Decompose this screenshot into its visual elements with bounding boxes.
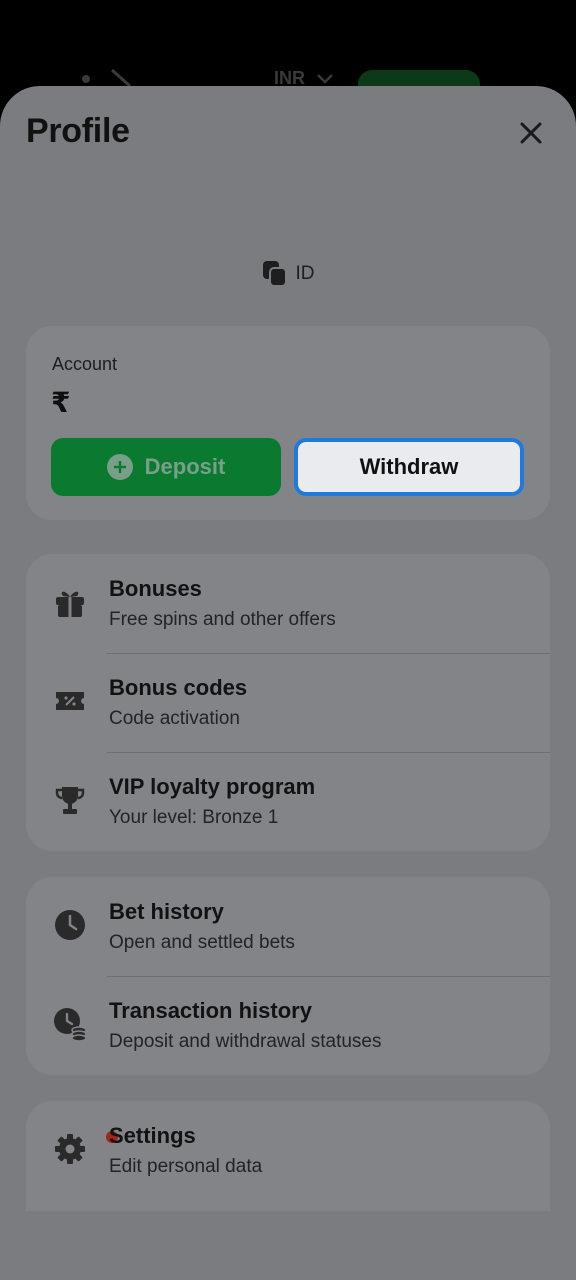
gear-icon <box>50 1129 90 1169</box>
user-id-label: ID <box>295 263 315 284</box>
menu-item-bonus-codes[interactable]: Bonus codes Code activation <box>26 653 550 752</box>
menu-item-subtitle: Free spins and other offers <box>109 609 336 630</box>
menu-item-vip-loyalty[interactable]: VIP loyalty program Your level: Bronze 1 <box>26 752 550 851</box>
clock-icon <box>50 905 90 945</box>
user-id-row[interactable]: ID <box>0 260 576 288</box>
menu-item-title: VIP loyalty program <box>109 774 316 799</box>
copy-icon <box>262 261 287 287</box>
menu-item-bonuses[interactable]: Bonuses Free spins and other offers <box>26 554 550 653</box>
history-menu-card: Bet history Open and settled bets Transa… <box>26 877 550 1075</box>
plus-icon <box>106 454 133 480</box>
account-card: Account ₹ Deposit Withdraw <box>26 326 550 520</box>
page-title: Profile <box>26 112 130 150</box>
menu-item-transaction-history[interactable]: Transaction history Deposit and withdraw… <box>26 976 550 1075</box>
gift-icon <box>50 582 90 622</box>
withdraw-button[interactable]: Withdraw <box>294 438 524 496</box>
menu-item-title: Settings <box>109 1123 196 1148</box>
menu-item-subtitle: Edit personal data <box>109 1156 263 1177</box>
menu-item-title: Bet history <box>109 899 224 924</box>
menu-item-settings[interactable]: Settings Edit personal data <box>26 1101 550 1200</box>
trophy-icon <box>50 780 90 820</box>
account-label: Account <box>52 354 118 374</box>
menu-item-bet-history[interactable]: Bet history Open and settled bets <box>26 877 550 976</box>
menu-item-title: Bonus codes <box>109 675 248 700</box>
settings-menu-card: Settings Edit personal data <box>26 1101 550 1211</box>
background-dot <box>82 75 90 83</box>
menu-item-subtitle: Your level: Bronze 1 <box>109 807 279 828</box>
close-icon <box>520 122 542 144</box>
rewards-menu-card: Bonuses Free spins and other offers Bonu… <box>26 554 550 851</box>
account-balance: ₹ <box>51 387 71 418</box>
close-button[interactable] <box>516 118 546 148</box>
deposit-button[interactable]: Deposit <box>51 438 281 496</box>
menu-item-subtitle: Open and settled bets <box>109 932 295 953</box>
deposit-label: Deposit <box>144 454 226 479</box>
menu-item-subtitle: Code activation <box>109 708 240 729</box>
coupon-icon <box>50 681 90 721</box>
menu-item-title: Transaction history <box>109 998 312 1023</box>
clock-coins-icon <box>50 1004 90 1044</box>
menu-item-subtitle: Deposit and withdrawal statuses <box>109 1031 382 1052</box>
menu-item-title: Bonuses <box>109 576 202 601</box>
profile-sheet: Profile ID Account ₹ Deposit Withdraw Bo… <box>0 86 576 1280</box>
